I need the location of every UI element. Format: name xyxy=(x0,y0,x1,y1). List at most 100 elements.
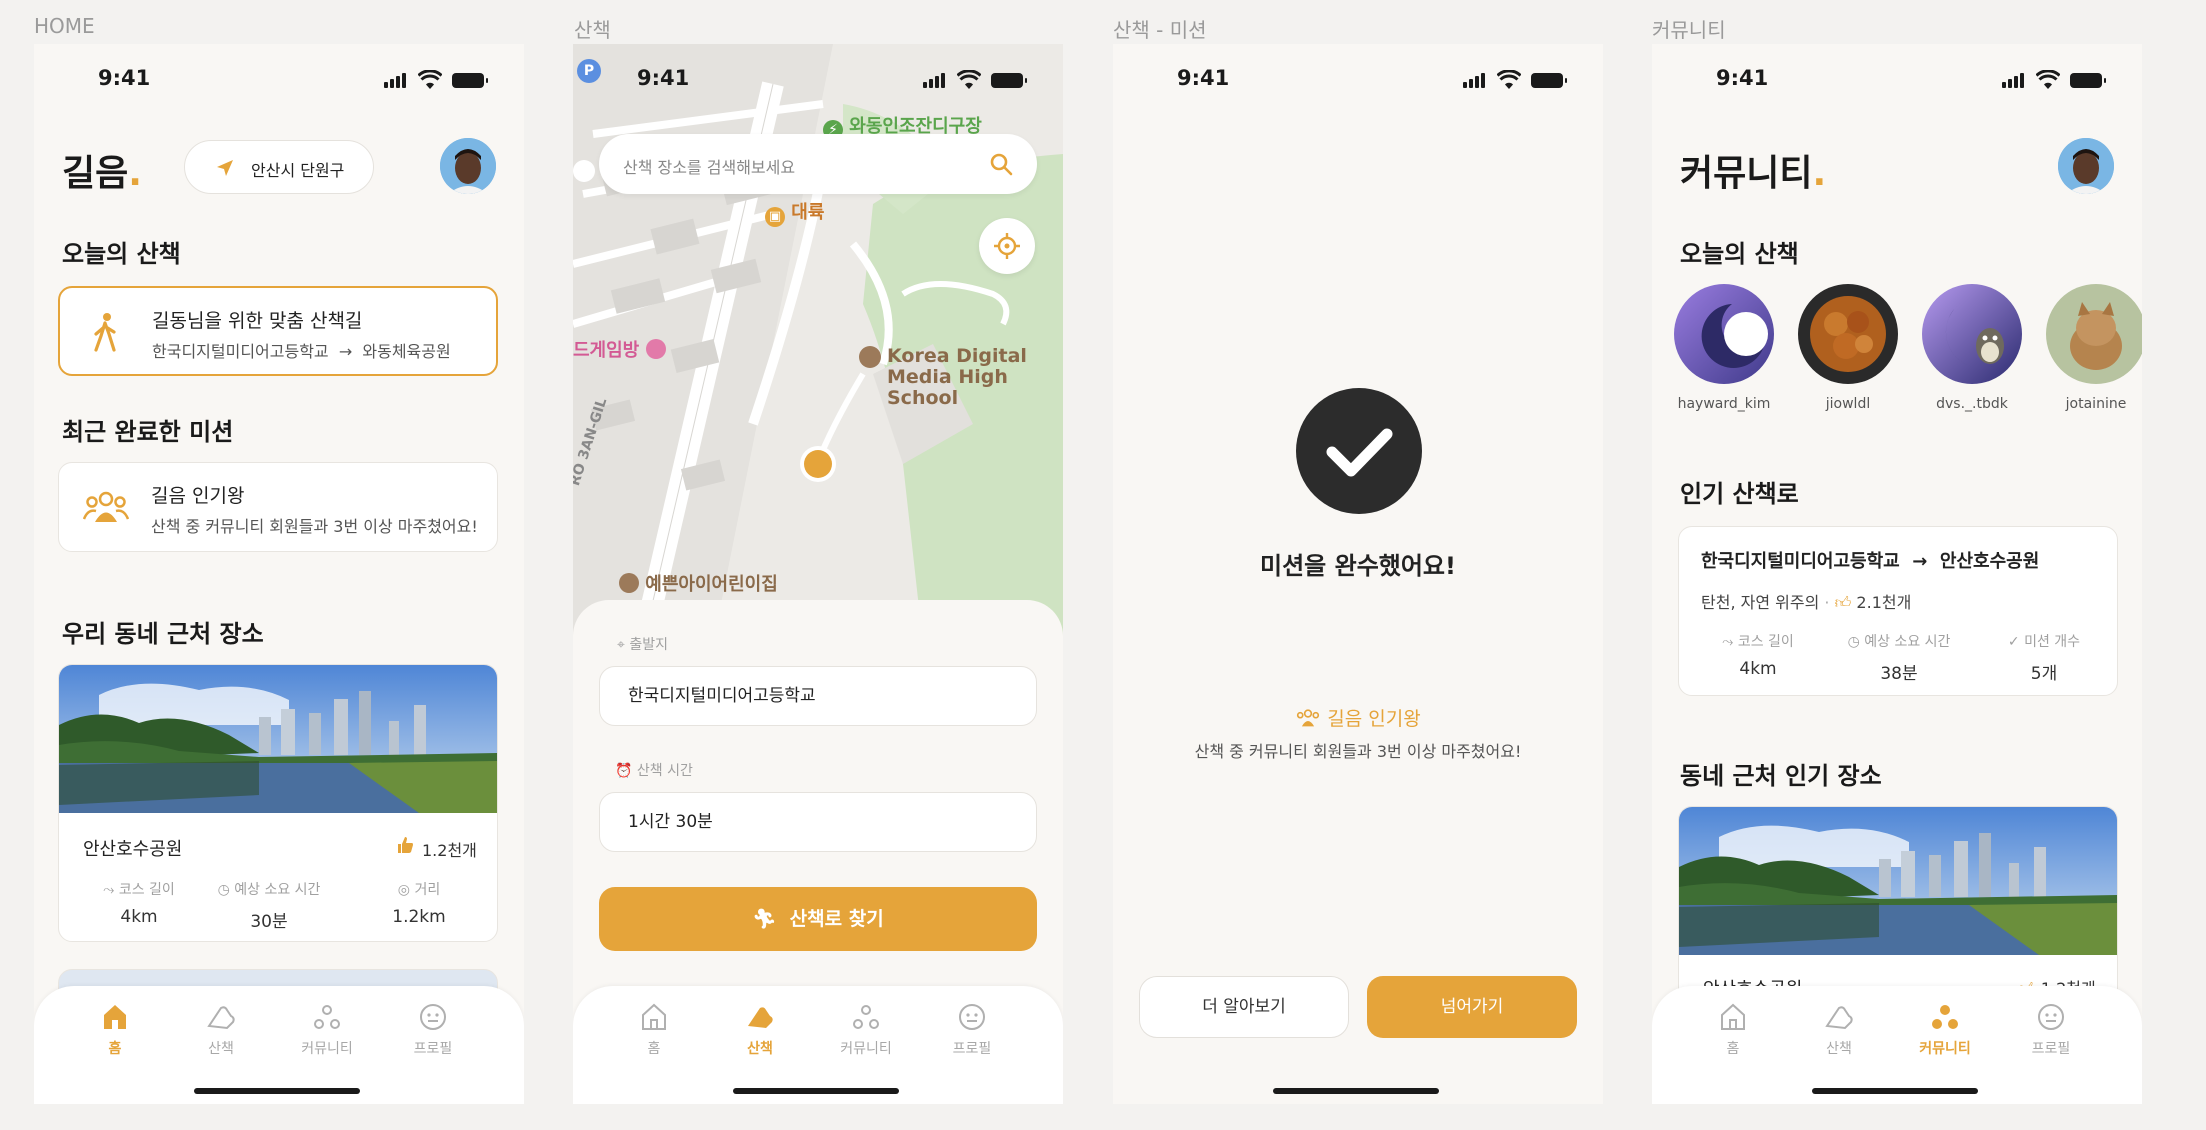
time-label: ⏰ 산책 시간 xyxy=(615,763,693,779)
school-marker-icon xyxy=(859,346,881,368)
group-icon xyxy=(83,491,129,522)
popular-routes-title: 인기 산책로 xyxy=(1680,480,1799,508)
search-icon[interactable] xyxy=(989,152,1013,176)
battery-icon xyxy=(452,73,488,88)
place-likes: 1.2천개 xyxy=(422,841,477,860)
map-label-school: Korea Digital Media High School xyxy=(859,346,1063,409)
recommended-route-card[interactable]: 길동님을 위한 맞춤 산책길 한국디지털미디어고등학교 → 와동체육공원 xyxy=(58,286,498,376)
current-location-button[interactable] xyxy=(979,218,1035,274)
lake-park-image xyxy=(1679,807,2117,955)
story-avatar xyxy=(2046,284,2142,384)
place-card[interactable]: 안산호수공원 1.2천개 ⤳ 코스 길이 4km ◷ 예상 소요 시간 30분 … xyxy=(58,664,498,942)
story-avatar xyxy=(1674,284,1774,384)
status-time: 9:41 xyxy=(98,66,151,90)
recommended-route-title: 길동님을 위한 맞춤 산책길 xyxy=(152,310,363,332)
tab-bar: 홈 산책 커뮤니티 프로필 xyxy=(573,986,1063,1104)
shoe-icon xyxy=(748,1007,773,1028)
status-bar: 9:41 xyxy=(1652,66,2142,102)
place-name: 안산호수공원 xyxy=(83,839,183,860)
profile-avatar[interactable] xyxy=(2058,138,2114,194)
status-bar: 9:41 xyxy=(573,66,1063,102)
community-dots-icon xyxy=(853,1005,879,1029)
story-item[interactable]: hayward_kim xyxy=(1674,284,1774,412)
mission-name: 길음 인기왕 xyxy=(151,485,245,507)
thumbs-up-icon xyxy=(398,837,413,853)
status-time: 9:41 xyxy=(1177,66,1230,90)
today-walk-title: 오늘의 산책 xyxy=(1680,240,1799,268)
tab-community[interactable]: 커뮤니티 xyxy=(287,1002,367,1058)
route-meta: 탄천, 자연 위주의 · 👍︎ 2.1천개 xyxy=(1701,593,1912,612)
search-placeholder: 산책 장소를 검색해보세요 xyxy=(623,158,796,177)
check-circle-icon xyxy=(1296,388,1422,514)
pin-icon: ⌖ xyxy=(617,637,625,653)
status-time: 9:41 xyxy=(637,66,690,90)
wifi-icon xyxy=(418,70,442,89)
mission-card[interactable]: 길음 인기왕 산책 중 커뮤니티 회원들과 3번 이상 마주쳤어요! xyxy=(58,462,498,552)
stat-course-length: ⤳ 코스 길이 4km xyxy=(103,882,175,927)
app-logo: 길음. xyxy=(62,153,142,194)
time-input[interactable]: 1시간 30분 xyxy=(599,792,1037,852)
map-label-store: ▣ 대륙 xyxy=(765,198,824,227)
wifi-icon xyxy=(1497,70,1521,89)
status-time: 9:41 xyxy=(1716,66,1769,90)
tab-home[interactable]: 홈 xyxy=(75,1002,155,1058)
mission-complete-screen: 9:41 미션을 완수했어요! 길음 인기왕 산책 중 커뮤니티 회원들과 3번… xyxy=(1113,44,1603,1104)
profile-face-icon xyxy=(420,1004,446,1030)
profile-face-icon xyxy=(2038,1004,2064,1030)
skip-button[interactable]: 넘어가기 xyxy=(1367,976,1577,1038)
story-item[interactable]: jotainine xyxy=(2046,284,2142,412)
today-walk-title: 오늘의 산책 xyxy=(62,240,181,268)
story-item[interactable]: jiowldl xyxy=(1798,284,1898,412)
tab-walk[interactable]: 산책 xyxy=(1799,1002,1879,1058)
mission-description: 산책 중 커뮤니티 회원들과 3번 이상 마주쳤어요! xyxy=(151,517,478,536)
recent-missions-title: 최근 완료한 미션 xyxy=(62,418,234,446)
tab-walk[interactable]: 산책 xyxy=(181,1002,261,1058)
badge-name: 길음 인기왕 xyxy=(1113,704,1603,731)
home-indicator xyxy=(194,1088,360,1094)
tab-home[interactable]: 홈 xyxy=(614,1002,694,1058)
tab-profile[interactable]: 프로필 xyxy=(2011,1002,2091,1058)
home-icon xyxy=(642,1003,666,1030)
location-button[interactable]: 안산시 단원구 xyxy=(184,140,374,194)
thumbs-up-icon: 👍︎ xyxy=(1834,593,1852,612)
home-indicator xyxy=(1273,1088,1439,1094)
badge-description: 산책 중 커뮤니티 회원들과 3번 이상 마주쳤어요! xyxy=(1194,742,1522,761)
story-username: hayward_kim xyxy=(1677,396,1771,412)
tab-profile[interactable]: 프로필 xyxy=(932,1002,1012,1058)
popular-route-card[interactable]: 한국디지털미디어고등학교 → 안산호수공원 탄천, 자연 위주의 · 👍︎ 2.… xyxy=(1678,526,2118,696)
status-bar: 9:41 xyxy=(1113,66,1603,102)
map-search-bar[interactable]: 산책 장소를 검색해보세요 xyxy=(599,134,1037,194)
tab-community[interactable]: 커뮤니티 xyxy=(1905,1002,1985,1058)
stat-estimated-time: ◷ 예상 소요 시간 30분 xyxy=(217,882,321,932)
tab-profile[interactable]: 프로필 xyxy=(393,1002,473,1058)
profile-avatar[interactable] xyxy=(440,138,496,194)
learn-more-button[interactable]: 더 알아보기 xyxy=(1139,976,1349,1038)
running-icon: 🏃︎ xyxy=(752,908,777,930)
check-icon: ✓ xyxy=(2007,634,2020,650)
location-label: 안산시 단원구 xyxy=(251,161,345,180)
tab-home[interactable]: 홈 xyxy=(1693,1002,1773,1058)
map-label-kindergarten: 예쁜아이어린이집 xyxy=(619,570,778,596)
tab-community[interactable]: 커뮤니티 xyxy=(826,1002,906,1058)
story-username: dvs._.tbdk xyxy=(1936,396,2008,412)
walking-person-icon xyxy=(94,313,116,352)
map-poi-marker[interactable] xyxy=(573,160,595,182)
map-label-shop: 드게임방 xyxy=(573,336,666,362)
recommended-route-path: 한국디지털미디어고등학교 → 와동체육공원 xyxy=(152,342,451,361)
alarm-icon: ⏰ xyxy=(615,763,633,779)
frame-label-mission: 산책 - 미션 xyxy=(1113,18,1207,42)
route-icon: ⤳ xyxy=(1722,634,1734,650)
nearby-popular-title: 동네 근처 인기 장소 xyxy=(1680,762,1882,790)
start-input[interactable]: 한국디지털미디어고등학교 xyxy=(599,666,1037,726)
tab-walk[interactable]: 산책 xyxy=(720,1002,800,1058)
nearby-places-title: 우리 동네 근처 장소 xyxy=(62,620,264,648)
start-label: ⌖ 출발지 xyxy=(617,637,668,653)
kindergarten-marker-icon xyxy=(619,573,639,593)
frame-label-community: 커뮤니티 xyxy=(1652,18,1726,42)
route-icon: ⤳ xyxy=(103,882,115,898)
stat-course-length: ⤳ 코스 길이 4km xyxy=(1722,634,1794,679)
frame-label-walk: 산책 xyxy=(574,18,611,42)
frame-label-home: HOME xyxy=(34,14,95,38)
story-item[interactable]: dvs._.tbdk xyxy=(1922,284,2022,412)
find-route-button[interactable]: 🏃︎ 산책로 찾기 xyxy=(599,887,1037,951)
